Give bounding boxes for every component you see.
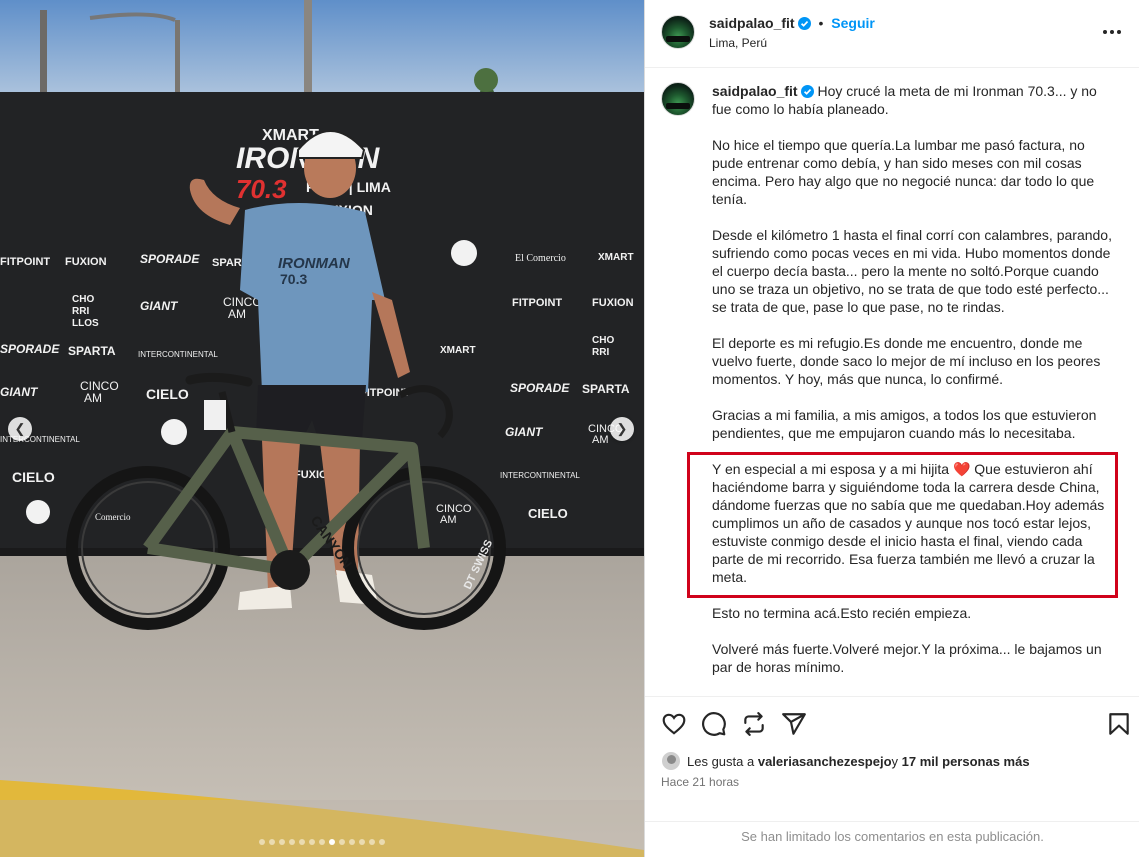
repost-icon[interactable] — [741, 711, 767, 737]
liker-avatar[interactable] — [661, 751, 681, 771]
liker-username[interactable]: valeriasanchezespejo — [758, 754, 892, 769]
svg-text:XMART: XMART — [440, 345, 476, 356]
svg-text:SPORADE: SPORADE — [140, 252, 200, 266]
caption-intro-line: saidpalao_fit Hoy crucé la meta de mi Ir… — [712, 82, 1114, 118]
share-icon[interactable] — [781, 711, 807, 737]
caption-author-avatar[interactable] — [661, 82, 695, 116]
caption-paragraph: Gracias a mi familia, a mis amigos, a to… — [712, 407, 1097, 441]
carousel-dot — [349, 839, 355, 845]
race-finish-photo: XMART IRONMAN 70.3 PERÚ | LIMA FUXION FI… — [0, 0, 644, 857]
caption-paragraph: El deporte es mi refugio.Es donde me enc… — [712, 335, 1101, 387]
caption-paragraph: Desde el kilómetro 1 hasta el final corr… — [712, 227, 1112, 315]
author-avatar[interactable] — [661, 15, 695, 49]
svg-text:CIELO: CIELO — [146, 386, 189, 402]
post-actions: Les gusta a valeriasanchezespejo y 17 mi… — [645, 696, 1139, 857]
svg-text:AM: AM — [228, 307, 246, 321]
svg-text:Comercio: Comercio — [95, 512, 131, 522]
post-location[interactable]: Lima, Perú — [709, 36, 767, 50]
carousel-prev-button[interactable]: ❮ — [8, 417, 32, 441]
svg-text:SPORADE: SPORADE — [0, 342, 60, 356]
caption-paragraph: Esto no termina acá.Esto recién empieza. — [712, 605, 972, 621]
svg-text:CHO: CHO — [72, 294, 94, 305]
comment-icon[interactable] — [701, 711, 727, 737]
post-side-panel: saidpalao_fit • Seguir Lima, Perú saidpa… — [644, 0, 1139, 857]
carousel-dot — [289, 839, 295, 845]
caption-author-username[interactable]: saidpalao_fit — [712, 83, 798, 99]
svg-text:SPARTA: SPARTA — [68, 344, 116, 358]
svg-text:AM: AM — [440, 514, 457, 526]
carousel-dot — [279, 839, 285, 845]
svg-text:GIANT: GIANT — [140, 299, 179, 313]
jersey-text: IRONMAN — [278, 255, 351, 272]
caption-section: saidpalao_fit Hoy crucé la meta de mi Ir… — [645, 68, 1139, 696]
likes-summary: Les gusta a valeriasanchezespejo y 17 mi… — [661, 751, 1030, 771]
carousel-dot — [299, 839, 305, 845]
chevron-left-icon: ❮ — [14, 421, 26, 436]
heart-icon[interactable] — [661, 711, 687, 737]
post-header: saidpalao_fit • Seguir Lima, Perú — [645, 0, 1139, 68]
svg-text:FITPOINT: FITPOINT — [0, 256, 50, 268]
svg-text:GIANT: GIANT — [505, 425, 544, 439]
svg-text:FITPOINT: FITPOINT — [512, 297, 562, 309]
caption-paragraph: No hice el tiempo que quería.La lumbar m… — [712, 137, 1095, 207]
svg-text:SPORADE: SPORADE — [510, 381, 570, 395]
comments-limited-notice: Se han limitado los comentarios en esta … — [645, 821, 1139, 857]
svg-text:INTERCONTINENTAL: INTERCONTINENTAL — [138, 350, 218, 359]
carousel-dot — [329, 839, 335, 845]
carousel-dot — [359, 839, 365, 845]
author-username[interactable]: saidpalao_fit — [709, 15, 795, 31]
svg-text:SPARTA: SPARTA — [582, 382, 630, 396]
svg-text:70.3: 70.3 — [280, 271, 307, 287]
author-line: saidpalao_fit • Seguir — [709, 15, 875, 31]
follow-button[interactable]: Seguir — [831, 15, 875, 31]
more-options-icon[interactable] — [1100, 22, 1124, 42]
post-photo: XMART IRONMAN 70.3 PERÚ | LIMA FUXION FI… — [0, 0, 644, 857]
carousel-dot — [269, 839, 275, 845]
separator-dot: • — [818, 15, 824, 31]
carousel-dot — [319, 839, 325, 845]
chevron-right-icon: ❯ — [616, 421, 628, 436]
svg-text:AM: AM — [592, 434, 609, 446]
svg-text:FUXION: FUXION — [65, 256, 107, 268]
carousel-dot — [369, 839, 375, 845]
likes-count[interactable]: 17 mil personas más — [902, 754, 1030, 769]
bookmark-icon[interactable] — [1106, 711, 1132, 737]
post-timestamp[interactable]: Hace 21 horas — [661, 775, 739, 789]
svg-text:XMART: XMART — [598, 252, 634, 263]
svg-text:INTERCONTINENTAL: INTERCONTINENTAL — [500, 471, 580, 480]
svg-text:CIELO: CIELO — [12, 469, 55, 485]
carousel-dot — [259, 839, 265, 845]
svg-text:El Comercio: El Comercio — [515, 253, 566, 264]
verified-icon — [800, 85, 814, 98]
carousel-dot — [379, 839, 385, 845]
verified-icon — [797, 17, 811, 30]
likes-mid: y — [891, 753, 899, 769]
svg-text:CHO: CHO — [592, 335, 614, 346]
svg-text:CIELO: CIELO — [528, 506, 568, 521]
svg-text:LLOS: LLOS — [72, 318, 99, 329]
svg-text:AM: AM — [84, 391, 102, 405]
caption-text: saidpalao_fit Hoy crucé la meta de mi Ir… — [712, 82, 1114, 694]
svg-text:GIANT: GIANT — [0, 385, 39, 399]
caption-paragraph-highlighted: Y en especial a mi esposa y a mi hijita … — [712, 461, 1105, 585]
svg-text:RRI: RRI — [592, 347, 609, 358]
svg-text:FUXION: FUXION — [592, 297, 634, 309]
carousel-dot — [339, 839, 345, 845]
caption-paragraph: Volveré más fuerte.Volveré mejor.Y la pr… — [712, 641, 1102, 675]
likes-prefix: Les gusta a — [687, 753, 755, 769]
carousel-dot — [309, 839, 315, 845]
carousel-next-button[interactable]: ❯ — [610, 417, 634, 441]
svg-text:RRI: RRI — [72, 306, 89, 317]
carousel-indicator — [0, 839, 644, 845]
svg-text:70.3: 70.3 — [236, 174, 287, 204]
